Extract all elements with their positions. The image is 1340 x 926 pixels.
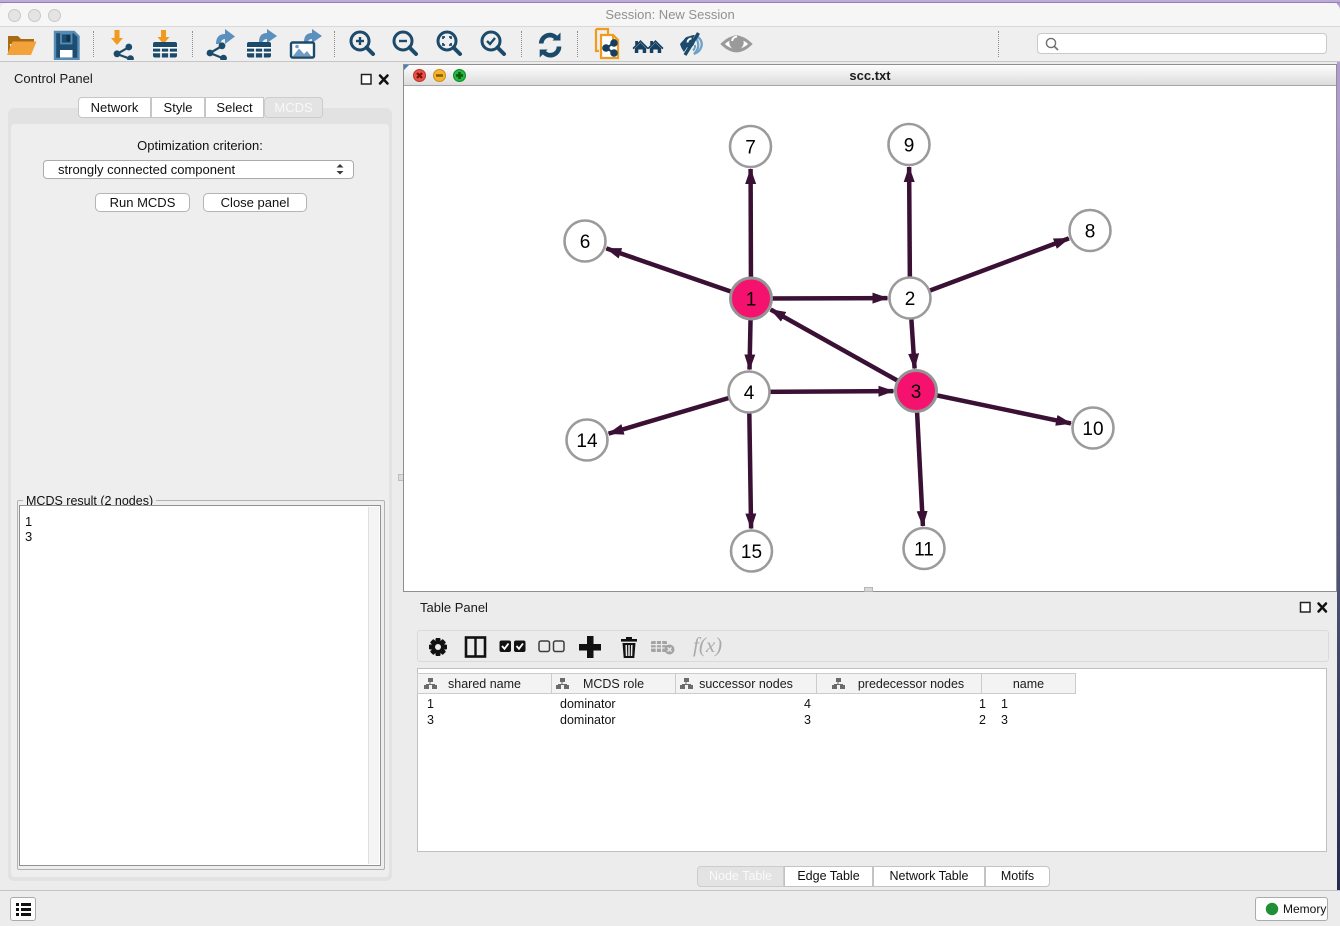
svg-text:14: 14 xyxy=(576,431,598,452)
svg-text:3: 3 xyxy=(911,382,922,403)
svg-text:9: 9 xyxy=(904,136,915,157)
svg-text:10: 10 xyxy=(1082,419,1103,440)
svg-text:7: 7 xyxy=(745,138,756,159)
svg-text:8: 8 xyxy=(1085,222,1096,243)
svg-text:15: 15 xyxy=(741,542,762,563)
svg-text:11: 11 xyxy=(914,540,934,561)
svg-text:6: 6 xyxy=(580,232,591,253)
svg-text:2: 2 xyxy=(905,289,916,310)
svg-text:4: 4 xyxy=(744,383,755,404)
svg-text:1: 1 xyxy=(746,290,757,311)
